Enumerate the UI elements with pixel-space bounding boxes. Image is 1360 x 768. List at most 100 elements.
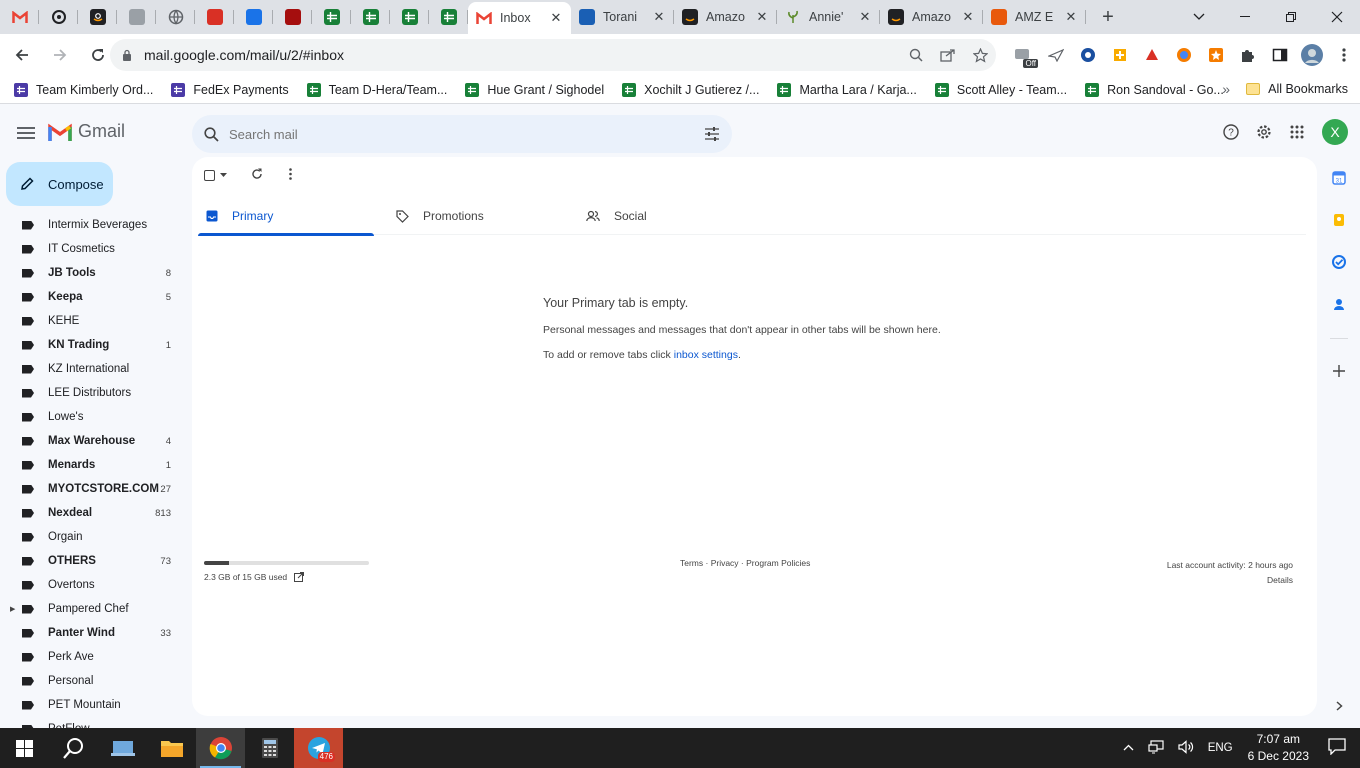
bookmark-item[interactable]: Scott Alley - Team... xyxy=(934,82,1067,97)
google-apps-icon[interactable] xyxy=(1285,120,1309,144)
keep-icon[interactable] xyxy=(1331,212,1347,228)
account-avatar[interactable]: X xyxy=(1322,119,1348,145)
close-tab-icon[interactable]: ✕ xyxy=(652,9,666,25)
minimize-button[interactable] xyxy=(1222,0,1268,34)
bookmark-item[interactable]: Martha Lara / Karja... xyxy=(777,82,917,97)
share-icon[interactable] xyxy=(932,48,964,62)
browser-tab[interactable]: AMZ E ✕ xyxy=(983,0,1086,34)
tab-primary[interactable]: Primary xyxy=(198,197,388,236)
extension-plane-icon[interactable] xyxy=(1040,39,1072,71)
pinned-tab[interactable] xyxy=(156,0,195,34)
add-app-plus-icon[interactable] xyxy=(1331,363,1347,379)
side-panel-icon[interactable] xyxy=(1264,39,1296,71)
taskbar-file-explorer-icon[interactable] xyxy=(147,728,196,768)
search-bar[interactable] xyxy=(192,115,732,153)
zoom-icon[interactable] xyxy=(900,48,932,62)
extension-keepa-icon[interactable] xyxy=(1072,39,1104,71)
bookmark-item[interactable]: Team Kimberly Ord... xyxy=(14,82,153,97)
chrome-menu-icon[interactable] xyxy=(1328,39,1360,71)
details-link[interactable]: Details xyxy=(1167,573,1293,588)
bookmark-star-icon[interactable] xyxy=(964,47,996,63)
label-item[interactable]: Menards 1 xyxy=(0,453,190,477)
open-external-icon[interactable] xyxy=(294,572,305,582)
more-options-icon[interactable] xyxy=(289,167,292,183)
taskbar-search-icon[interactable] xyxy=(49,728,98,768)
pinned-tab[interactable] xyxy=(39,0,78,34)
settings-gear-icon[interactable] xyxy=(1252,120,1276,144)
pinned-tab[interactable] xyxy=(312,0,351,34)
label-item[interactable]: KZ International xyxy=(0,357,190,381)
bookmark-item[interactable]: Team D-Hera/Team... xyxy=(306,82,447,97)
browser-tab[interactable]: Torani ✕ xyxy=(571,0,674,34)
label-item[interactable]: KEHE xyxy=(0,309,190,333)
close-tab-icon[interactable]: ✕ xyxy=(961,9,975,25)
label-item[interactable]: LEE Distributors xyxy=(0,381,190,405)
close-window-button[interactable] xyxy=(1314,0,1360,34)
label-item[interactable]: MYOTCSTORE.COM 27 xyxy=(0,477,190,501)
pinned-tab[interactable] xyxy=(117,0,156,34)
hide-panel-chevron-icon[interactable] xyxy=(1331,698,1347,714)
bookmark-item[interactable]: Xochilt J Gutierez /... xyxy=(622,82,759,97)
pinned-tab[interactable] xyxy=(195,0,234,34)
bookmark-item[interactable]: Hue Grant / Sighodel xyxy=(465,82,604,97)
profile-avatar[interactable] xyxy=(1296,39,1328,71)
language-indicator[interactable]: ENG xyxy=(1208,742,1233,754)
browser-tab[interactable]: Amazo ✕ xyxy=(880,0,983,34)
expand-caret-icon[interactable]: ▶ xyxy=(10,605,15,613)
bookmark-item[interactable]: FedEx Payments xyxy=(171,82,289,97)
pinned-tab[interactable] xyxy=(390,0,429,34)
search-options-icon[interactable] xyxy=(692,127,732,141)
label-item[interactable]: Panter Wind 33 xyxy=(0,621,190,645)
search-icon[interactable] xyxy=(204,126,219,142)
pinned-tab[interactable] xyxy=(0,0,39,34)
label-item[interactable]: OTHERS 73 xyxy=(0,549,190,573)
more-bookmarks-chevron-icon[interactable]: » xyxy=(1222,81,1230,97)
main-menu-icon[interactable] xyxy=(14,121,38,145)
bookmark-item[interactable]: Ron Sandoval - Go... xyxy=(1085,82,1224,97)
search-input[interactable] xyxy=(229,126,692,142)
tasks-icon[interactable] xyxy=(1331,254,1347,270)
label-item[interactable]: JB Tools 8 xyxy=(0,261,190,285)
close-tab-icon[interactable]: ✕ xyxy=(755,9,769,25)
pinned-tab[interactable] xyxy=(429,0,468,34)
contacts-icon[interactable] xyxy=(1331,296,1347,312)
browser-tab[interactable]: Annie' ✕ xyxy=(777,0,880,34)
taskbar-desktop-app-icon[interactable] xyxy=(98,728,147,768)
taskbar-chrome-icon[interactable] xyxy=(196,728,245,768)
address-bar[interactable]: mail.google.com/mail/u/2/#inbox xyxy=(110,39,996,71)
notifications-icon[interactable] xyxy=(1328,738,1346,758)
calendar-icon[interactable]: 31 xyxy=(1331,170,1347,186)
extension-alert-icon[interactable] xyxy=(1136,39,1168,71)
pinned-tab[interactable] xyxy=(234,0,273,34)
extension-star-icon[interactable] xyxy=(1200,39,1232,71)
browser-tab[interactable]: Amazo ✕ xyxy=(674,0,777,34)
extension-scout-icon[interactable] xyxy=(1104,39,1136,71)
footer-links[interactable]: Terms · Privacy · Program Policies xyxy=(680,558,810,568)
forward-button[interactable] xyxy=(44,39,76,71)
restore-button[interactable] xyxy=(1268,0,1314,34)
refresh-icon[interactable] xyxy=(251,168,263,183)
new-tab-button[interactable]: + xyxy=(1094,3,1122,31)
label-item[interactable]: Intermix Beverages xyxy=(0,213,190,237)
browser-tab[interactable]: Inbox ✕ xyxy=(468,2,571,34)
inbox-settings-link[interactable]: inbox settings xyxy=(674,349,738,361)
gmail-logo[interactable]: Gmail xyxy=(48,121,125,142)
pinned-tab[interactable] xyxy=(78,0,117,34)
extension-off-icon[interactable]: Off xyxy=(1008,39,1040,71)
label-item[interactable]: ▶ Pampered Chef xyxy=(0,597,190,621)
label-item[interactable]: Max Warehouse 4 xyxy=(0,429,190,453)
all-bookmarks-button[interactable]: All Bookmarks xyxy=(1246,82,1348,96)
label-item[interactable]: PetFlow xyxy=(0,717,190,728)
back-button[interactable] xyxy=(6,39,38,71)
tab-search-icon[interactable] xyxy=(1176,0,1222,34)
label-item[interactable]: Perk Ave xyxy=(0,645,190,669)
windows-start-icon[interactable] xyxy=(0,728,49,768)
pinned-tab[interactable] xyxy=(351,0,390,34)
select-all-checkbox[interactable] xyxy=(204,169,227,181)
close-tab-icon[interactable]: ✕ xyxy=(549,10,563,26)
pinned-tab[interactable] xyxy=(273,0,312,34)
taskbar-telegram-icon[interactable]: 476 xyxy=(294,728,343,768)
network-icon[interactable] xyxy=(1148,739,1164,757)
label-item[interactable]: Overtons xyxy=(0,573,190,597)
label-item[interactable]: IT Cosmetics xyxy=(0,237,190,261)
